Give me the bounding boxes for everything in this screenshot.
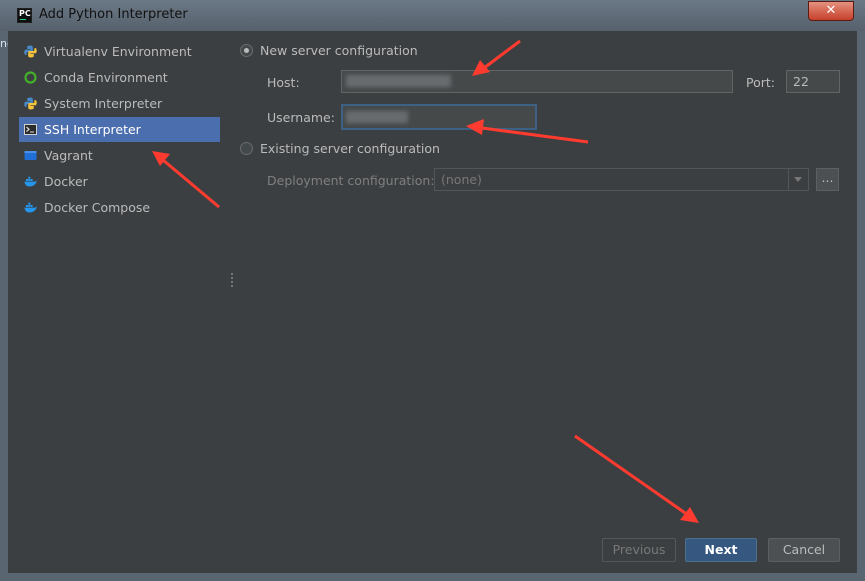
annotation-arrows (152, 39, 699, 523)
annotation-arrow-ssh (152, 151, 220, 209)
dialog-window: PC Add Python Interpreter ✕ ne Virtualen… (0, 0, 865, 581)
annotation-arrow-next (574, 434, 699, 523)
annotation-arrow-username (466, 119, 589, 144)
annotation-arrow-host (472, 39, 521, 76)
